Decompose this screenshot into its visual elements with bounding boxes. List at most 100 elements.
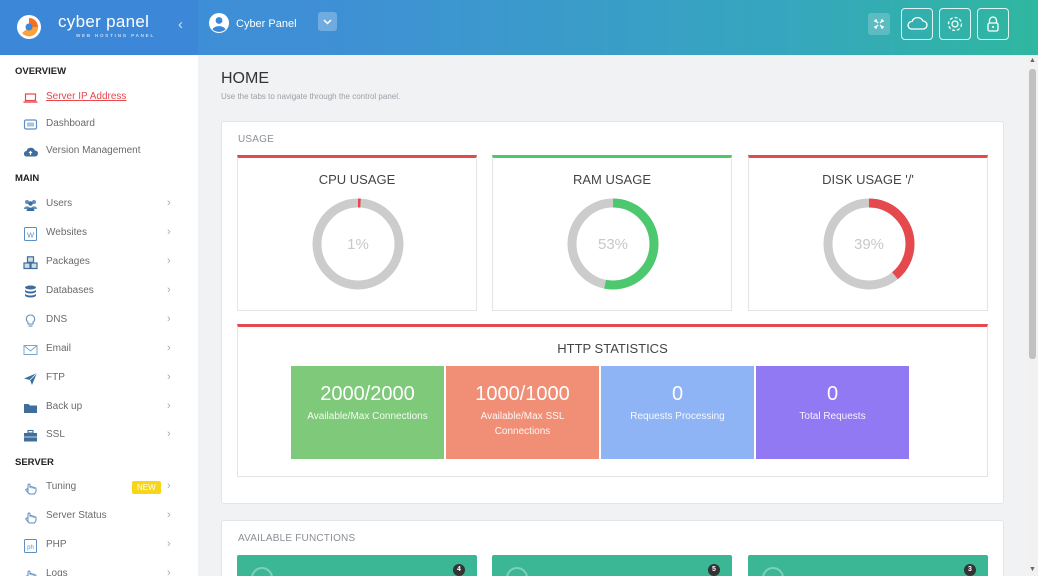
sidebar-item-databases[interactable]: Databases ›	[0, 279, 198, 305]
sidebar-collapse-icon[interactable]: ‹	[178, 16, 183, 33]
ram-usage-card: RAM USAGE 53%	[492, 155, 732, 311]
chevron-right-icon: ›	[167, 567, 171, 576]
sidebar-item-version-management[interactable]: Version Management	[0, 139, 198, 165]
chevron-right-icon: ›	[167, 226, 171, 238]
laptop-icon	[23, 93, 38, 103]
sidebar-item-label: Packages	[46, 256, 90, 267]
sidebar-item-label: Websites	[46, 227, 87, 238]
user-name[interactable]: Cyber Panel	[236, 18, 297, 30]
gauge-title: CPU USAGE	[318, 172, 396, 187]
page-scrollbar[interactable]: ▲ ▼	[1027, 55, 1038, 576]
scroll-up-icon[interactable]: ▲	[1029, 57, 1036, 64]
page-subtitle: Use the tabs to navigate through the con…	[221, 92, 401, 101]
sidebar-item-label: Back up	[46, 401, 83, 412]
count-badge: 4	[453, 564, 465, 576]
svg-text:W: W	[27, 231, 35, 240]
chevron-right-icon: ›	[167, 480, 171, 492]
sidebar-item-php[interactable]: ph PHP ›	[0, 533, 198, 559]
sidebar-item-label: Version Management	[46, 145, 141, 156]
stat-available-ssl-connections: 1000/1000 Available/Max SSL Connections	[446, 366, 599, 459]
sidebar-item-ftp[interactable]: FTP ›	[0, 366, 198, 392]
sidebar-item-email[interactable]: Email ›	[0, 337, 198, 363]
cyberpanel-logo-icon	[17, 15, 41, 39]
brand-tagline: WEB HOSTING PANEL	[76, 33, 156, 38]
chevron-right-icon: ›	[167, 400, 171, 412]
chevron-right-icon: ›	[167, 313, 171, 325]
gear-icon	[947, 16, 963, 32]
stat-label: Total Requests	[799, 411, 866, 422]
usage-heading: USAGE	[238, 134, 275, 145]
stat-value: 0	[671, 383, 684, 405]
chevron-right-icon: ›	[167, 284, 171, 296]
sidebar-item-backup[interactable]: Back up ›	[0, 395, 198, 421]
sidebar-item-packages[interactable]: Packages ›	[0, 250, 198, 276]
paper-plane-icon	[24, 372, 38, 385]
globe-icon	[506, 567, 528, 576]
sidebar-item-logs[interactable]: Logs ›	[0, 562, 198, 576]
top-header: cyber panel WEB HOSTING PANEL ‹ Cyber Pa…	[0, 0, 1038, 55]
php-icon: ph	[24, 539, 37, 553]
sidebar-item-server-ip[interactable]: Server IP Address	[0, 85, 198, 111]
sidebar-item-users[interactable]: Users ›	[0, 192, 198, 218]
chevron-right-icon: ›	[167, 538, 171, 550]
stat-total-requests: 0 Total Requests	[756, 366, 909, 459]
hand-pointer-icon	[25, 483, 37, 495]
count-badge: 5	[708, 564, 720, 576]
stat-requests-processing: 0 Requests Processing	[601, 366, 754, 459]
stat-label: Requests Processing	[630, 411, 725, 422]
svg-text:ph: ph	[27, 545, 34, 551]
folder-icon	[24, 404, 37, 413]
gauge-title: DISK USAGE '/'	[822, 172, 914, 187]
stat-value: 2000/2000	[320, 383, 415, 405]
lock-icon	[987, 16, 999, 32]
user-dropdown-button[interactable]	[318, 12, 337, 31]
sidebar-item-ssl[interactable]: SSL ›	[0, 423, 198, 449]
lock-button[interactable]	[977, 8, 1009, 40]
briefcase-icon	[24, 429, 37, 442]
chevron-right-icon: ›	[167, 509, 171, 521]
sidebar-item-label: DNS	[46, 314, 68, 325]
stat-value: 0	[826, 383, 839, 405]
sidebar-item-server-status[interactable]: Server Status ›	[0, 504, 198, 530]
gauge-title: RAM USAGE	[572, 172, 651, 187]
gauge-value: 1%	[347, 236, 369, 253]
scroll-down-icon[interactable]: ▼	[1029, 566, 1036, 573]
envelope-icon	[23, 345, 38, 355]
sidebar-item-label: Databases	[46, 285, 94, 296]
sidebar-item-tuning[interactable]: Tuning NEW ›	[0, 475, 198, 501]
http-statistics-title: HTTP STATISTICS	[557, 341, 668, 356]
cpu-gauge: 1%	[312, 198, 404, 290]
section-title-server: SERVER	[15, 457, 54, 468]
count-badge: 3	[964, 564, 976, 576]
sidebar-item-label: Logs	[46, 568, 68, 576]
function-card[interactable]: 3	[748, 555, 988, 576]
stat-available-connections: 2000/2000 Available/Max Connections	[291, 366, 444, 459]
stat-label: Available/Max Connections	[307, 411, 428, 422]
section-title-overview: OVERVIEW	[15, 66, 67, 77]
scrollbar-thumb[interactable]	[1029, 69, 1036, 359]
sidebar-item-dashboard[interactable]: Dashboard	[0, 112, 198, 138]
sidebar-item-label: SSL	[46, 429, 65, 440]
sidebar: OVERVIEW Server IP Address Dashboard Ver…	[0, 55, 198, 576]
gauge-value: 39%	[854, 236, 884, 253]
function-card[interactable]: 4	[237, 555, 477, 576]
function-card[interactable]: 5	[492, 555, 732, 576]
sidebar-item-label: Users	[46, 198, 73, 209]
sidebar-item-label: PHP	[46, 539, 67, 550]
settings-button[interactable]	[939, 8, 971, 40]
brand-area[interactable]: cyber panel WEB HOSTING PANEL ‹	[0, 0, 198, 55]
chevron-right-icon: ›	[167, 371, 171, 383]
user-avatar-icon[interactable]	[209, 13, 229, 33]
sidebar-item-dns[interactable]: DNS ›	[0, 308, 198, 334]
ram-gauge: 53%	[567, 198, 659, 290]
cloud-upload-icon	[23, 147, 38, 157]
sidebar-item-label: Email	[46, 343, 72, 354]
cubes-icon	[23, 256, 38, 270]
cloud-button[interactable]	[901, 8, 933, 40]
sidebar-item-websites[interactable]: W Websites ›	[0, 221, 198, 247]
fullscreen-button[interactable]	[868, 13, 890, 35]
sidebar-item-label: Server IP Address	[46, 91, 127, 102]
database-icon	[25, 285, 36, 298]
available-functions-heading: AVAILABLE FUNCTIONS	[238, 533, 356, 544]
disk-usage-card: DISK USAGE '/' 39%	[748, 155, 988, 311]
